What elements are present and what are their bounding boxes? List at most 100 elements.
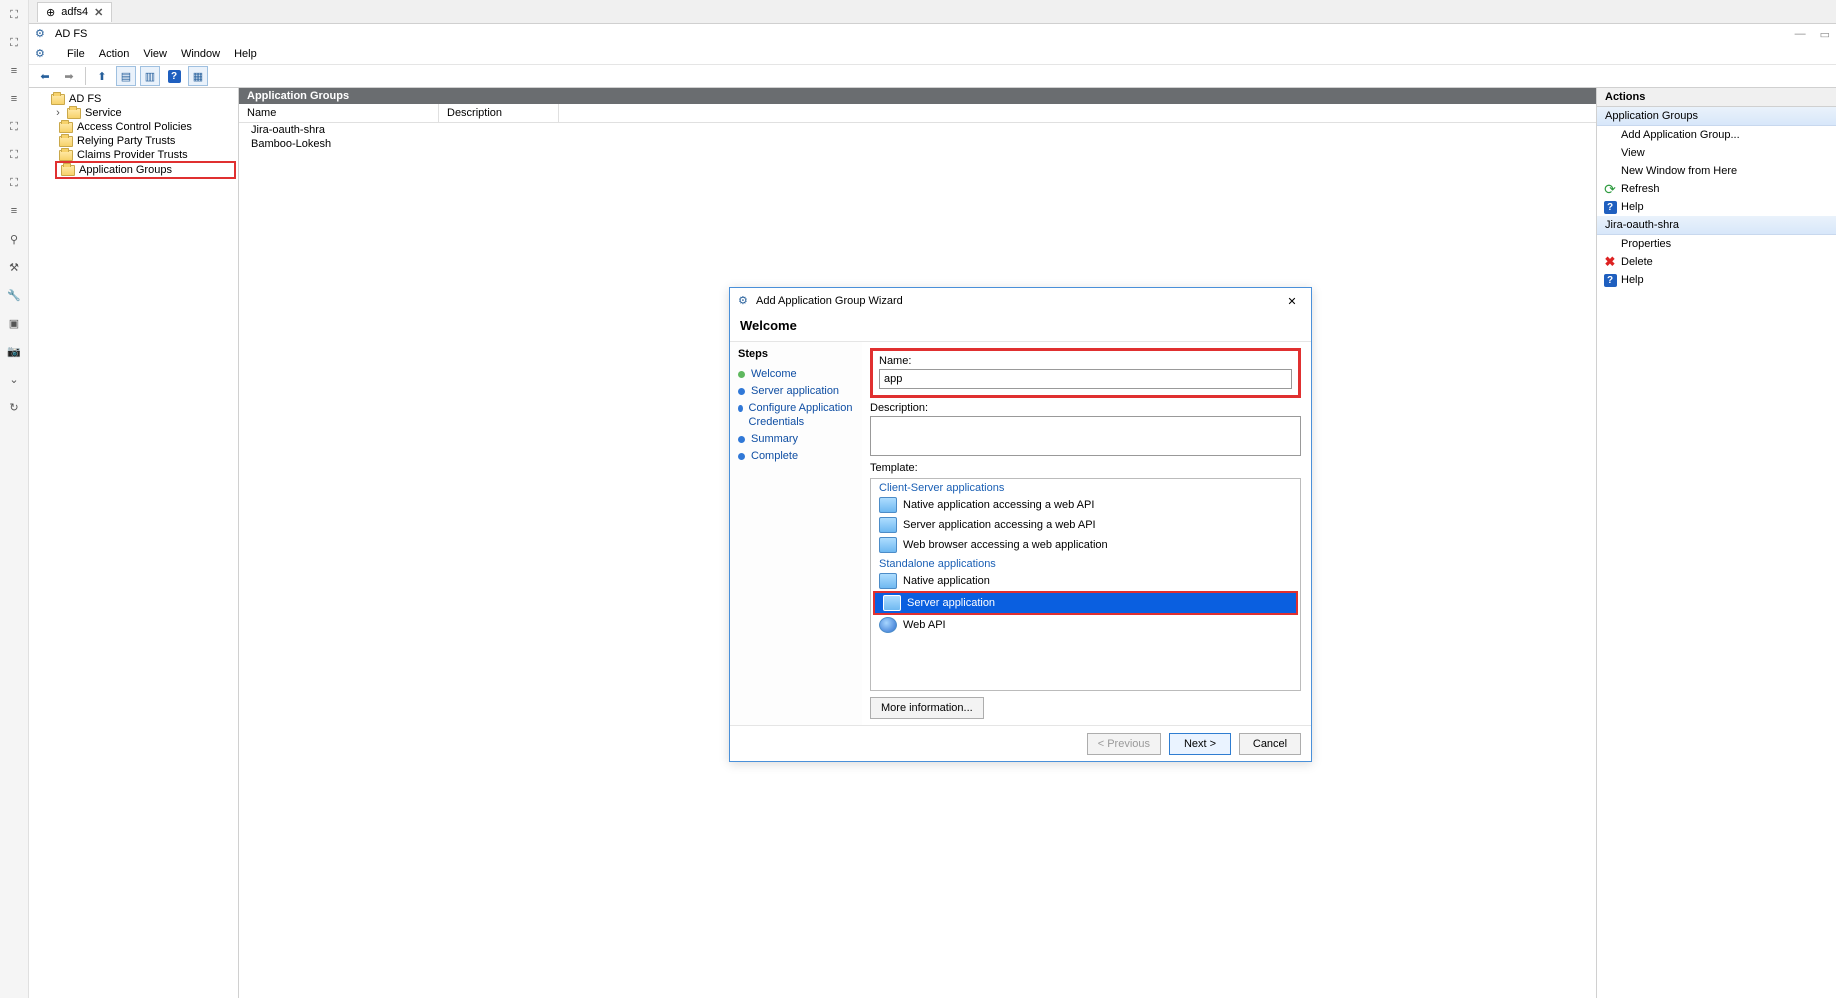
folder-icon <box>59 136 73 147</box>
tree-label: Application Groups <box>79 164 172 176</box>
app-icon <box>879 573 897 589</box>
list-item[interactable]: Bamboo-Lokesh <box>239 137 1596 151</box>
more-info-button[interactable]: More information... <box>870 697 984 719</box>
description-input[interactable] <box>870 416 1301 456</box>
rail-menu-icon[interactable]: ≡ <box>5 202 23 220</box>
action-help-2[interactable]: ?Help <box>1597 271 1836 289</box>
rail-expand-icon[interactable]: ⛶ <box>5 174 23 192</box>
action-new-window[interactable]: New Window from Here <box>1597 162 1836 180</box>
tree-access-control[interactable]: Access Control Policies <box>29 120 238 134</box>
rail-chevron-down-icon[interactable]: ⌄ <box>5 370 23 388</box>
menu-action[interactable]: Action <box>99 48 130 60</box>
tree-service[interactable]: › Service <box>29 106 238 120</box>
toolbar-up-icon[interactable]: ⬆ <box>92 66 112 86</box>
rail-panel-icon[interactable]: ▣ <box>5 314 23 332</box>
step-configure-credentials[interactable]: Configure Application Credentials <box>738 400 854 430</box>
next-button[interactable]: Next > <box>1169 733 1231 755</box>
template-server-app[interactable]: Server application <box>875 593 1296 613</box>
tree-application-groups[interactable]: Application Groups <box>55 161 236 179</box>
step-welcome[interactable]: Welcome <box>738 366 854 383</box>
rail-expand-icon[interactable]: ⛶ <box>5 6 23 24</box>
content-row: AD FS › Service Access Control Policies … <box>29 88 1836 998</box>
expander-icon[interactable]: › <box>53 107 63 119</box>
toolbar-pane-icon[interactable]: ▥ <box>140 66 160 86</box>
template-native-app[interactable]: Native application <box>871 571 1300 591</box>
name-field-highlight: Name: <box>870 348 1301 398</box>
rail-expand-icon[interactable]: ⛶ <box>5 34 23 52</box>
rail-expand-icon[interactable]: ⛶ <box>5 146 23 164</box>
rail-expand-icon[interactable]: ⛶ <box>5 118 23 136</box>
list-item[interactable]: Jira-oauth-shra <box>239 123 1596 137</box>
tree-root[interactable]: AD FS <box>29 92 238 106</box>
nav-forward-icon[interactable]: ➡ <box>59 66 79 86</box>
rail-tool-icon[interactable]: ⚒ <box>5 258 23 276</box>
dialog-heading: Welcome <box>730 314 1311 341</box>
rail-menu-icon[interactable]: ≡ <box>5 90 23 108</box>
template-webbrowser-webapp[interactable]: Web browser accessing a web application <box>871 535 1300 555</box>
menu-view[interactable]: View <box>143 48 167 60</box>
template-label: Web API <box>903 619 946 631</box>
col-name[interactable]: Name <box>239 104 439 122</box>
folder-icon <box>67 108 81 119</box>
toolbar-pane-icon[interactable]: ▤ <box>116 66 136 86</box>
menu-window[interactable]: Window <box>181 48 220 60</box>
nav-back-icon[interactable]: ⬅ <box>35 66 55 86</box>
step-dot-icon <box>738 453 745 460</box>
rail-refresh-icon[interactable]: ↻ <box>5 398 23 416</box>
action-delete[interactable]: ✖Delete <box>1597 253 1836 271</box>
tree-claims-provider[interactable]: Claims Provider Trusts <box>29 148 238 162</box>
action-view[interactable]: View <box>1597 144 1836 162</box>
template-web-api[interactable]: Web API <box>871 615 1300 635</box>
toolbar-help-icon[interactable]: ? <box>164 66 184 86</box>
tab-close-icon[interactable]: ✕ <box>94 6 103 19</box>
dialog-app-icon <box>738 294 752 308</box>
tree-label: Claims Provider Trusts <box>77 149 188 161</box>
dialog-close-icon[interactable]: ✕ <box>1281 292 1303 310</box>
toolbar: ⬅ ➡ ⬆ ▤ ▥ ? ▦ <box>29 64 1836 88</box>
rail-search-icon[interactable]: ⚲ <box>5 230 23 248</box>
tree-label: Relying Party Trusts <box>77 135 175 147</box>
name-input[interactable] <box>879 369 1292 389</box>
action-refresh[interactable]: ⟳Refresh <box>1597 180 1836 198</box>
template-label: Template: <box>870 462 1301 474</box>
rail-wrench-icon[interactable]: 🔧 <box>5 286 23 304</box>
menu-file[interactable]: File <box>67 48 85 60</box>
toolbar-pane-icon[interactable]: ▦ <box>188 66 208 86</box>
template-label: Web browser accessing a web application <box>903 539 1108 551</box>
rail-camera-icon[interactable]: 📷 <box>5 342 23 360</box>
step-server-app[interactable]: Server application <box>738 383 854 400</box>
main-area: ⊕ adfs4 ✕ AD FS — ▭ File Action View Win… <box>29 0 1836 998</box>
template-native-webapi[interactable]: Native application accessing a web API <box>871 495 1300 515</box>
step-dot-icon <box>738 436 745 443</box>
tree-relying-party[interactable]: Relying Party Trusts <box>29 134 238 148</box>
help-icon: ? <box>1603 200 1617 214</box>
action-add-application-group[interactable]: Add Application Group... <box>1597 126 1836 144</box>
rail-menu-icon[interactable]: ≡ <box>5 62 23 80</box>
step-complete[interactable]: Complete <box>738 448 854 465</box>
action-properties[interactable]: Properties <box>1597 235 1836 253</box>
cancel-button[interactable]: Cancel <box>1239 733 1301 755</box>
template-server-webapi[interactable]: Server application accessing a web API <box>871 515 1300 535</box>
tab-adfs4[interactable]: ⊕ adfs4 ✕ <box>37 2 112 22</box>
action-label: Properties <box>1621 238 1671 250</box>
template-label: Server application accessing a web API <box>903 519 1096 531</box>
dialog-body: Steps Welcome Server application Configu… <box>730 341 1311 725</box>
folder-icon <box>59 150 73 161</box>
maximize-icon[interactable]: ▭ <box>1820 28 1830 41</box>
previous-button: < Previous <box>1087 733 1161 755</box>
step-summary[interactable]: Summary <box>738 431 854 448</box>
col-description[interactable]: Description <box>439 104 559 122</box>
add-app-group-wizard-dialog: Add Application Group Wizard ✕ Welcome S… <box>729 287 1312 762</box>
minimize-icon[interactable]: — <box>1795 28 1806 41</box>
wizard-steps: Steps Welcome Server application Configu… <box>730 342 862 725</box>
action-label: Help <box>1621 201 1644 213</box>
folder-icon <box>61 165 75 176</box>
step-label: Summary <box>751 433 798 446</box>
action-help[interactable]: ? Help <box>1597 198 1836 216</box>
app-icon <box>879 537 897 553</box>
menu-help[interactable]: Help <box>234 48 257 60</box>
tree-root-label: AD FS <box>69 93 101 105</box>
folder-icon <box>51 94 65 105</box>
step-label: Configure Application Credentials <box>749 402 854 428</box>
template-label: Native application <box>903 575 990 587</box>
